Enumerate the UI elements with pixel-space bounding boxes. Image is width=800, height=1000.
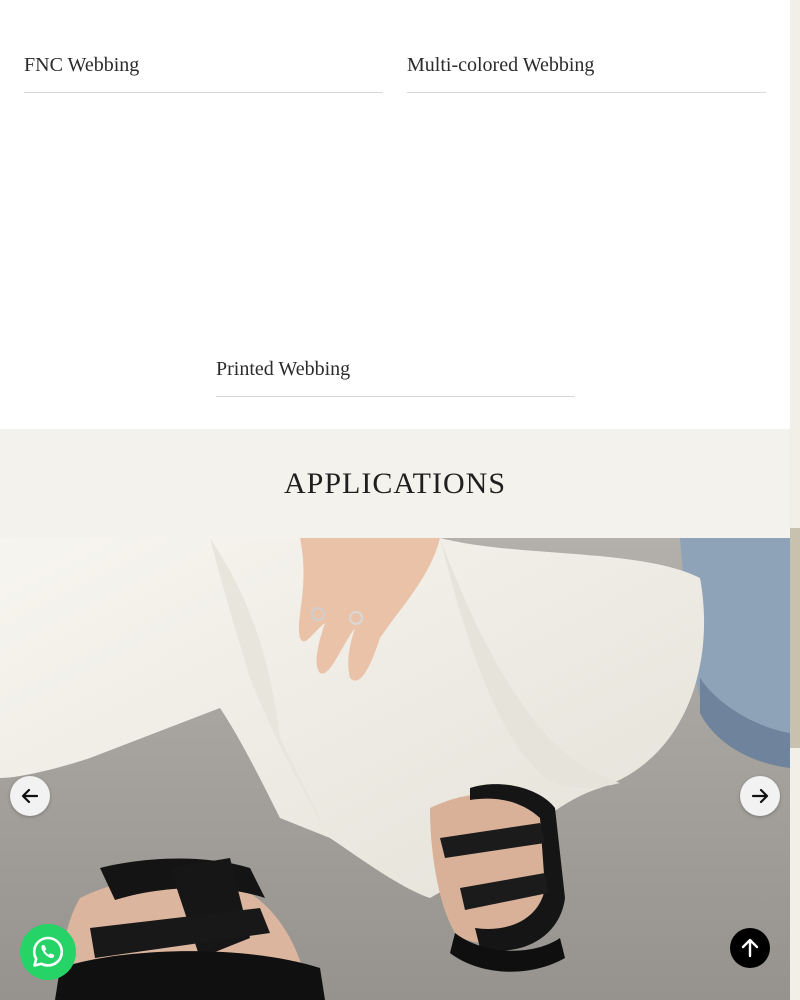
webbing-products-section: FNC Webbing Multi-colored Webbing Printe… [0, 0, 790, 429]
applications-slider[interactable] [0, 538, 790, 1000]
product-card-printed-webbing[interactable]: Printed Webbing [216, 358, 575, 398]
page-scrollbar[interactable] [790, 0, 800, 1000]
product-card-fnc-webbing[interactable]: FNC Webbing [24, 54, 383, 94]
arrow-left-icon [21, 788, 39, 804]
product-divider [216, 396, 575, 397]
back-to-top-button[interactable] [730, 928, 770, 968]
whatsapp-chat-button[interactable] [20, 924, 76, 980]
product-divider [24, 92, 383, 93]
arrow-up-icon [741, 938, 759, 958]
slider-prev-button[interactable] [10, 776, 50, 816]
scrollbar-thumb[interactable] [790, 528, 800, 748]
product-title[interactable]: Printed Webbing [216, 358, 575, 381]
product-title[interactable]: Multi-colored Webbing [407, 54, 766, 77]
slider-next-button[interactable] [740, 776, 780, 816]
whatsapp-icon [32, 936, 64, 967]
product-card-multi-colored-webbing[interactable]: Multi-colored Webbing [407, 54, 766, 94]
product-title[interactable]: FNC Webbing [24, 54, 383, 77]
slide-photo [0, 538, 790, 1000]
arrow-right-icon [751, 788, 769, 804]
product-divider [407, 92, 766, 93]
applications-header: APPLICATIONS [0, 429, 790, 538]
section-title: APPLICATIONS [283, 467, 507, 500]
